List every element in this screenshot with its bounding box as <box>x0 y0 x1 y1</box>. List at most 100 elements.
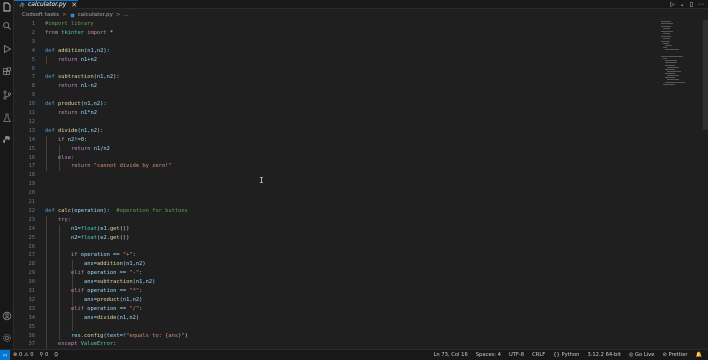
code-line: def product(n1,n2): <box>45 101 107 108</box>
line-ending[interactable]: CRLF <box>532 352 545 358</box>
code-line: from tkinter import * <box>45 29 114 36</box>
text-cursor-icon: I <box>259 176 264 185</box>
line-number: 16 <box>28 154 36 161</box>
run-dropdown-icon[interactable]: ⌄ <box>680 1 685 9</box>
minimap-line <box>665 65 675 66</box>
line-number: 13 <box>28 127 36 134</box>
minimap-line <box>661 26 671 27</box>
minimap-line <box>665 82 685 83</box>
python-file-icon <box>70 13 75 17</box>
code-area[interactable]: #import library from tkinter import * de… <box>45 20 648 349</box>
minimap-line <box>663 47 667 48</box>
line-number: 6 <box>31 65 35 72</box>
breadcrumb-more[interactable]: ... <box>123 12 128 18</box>
status-bar: ›‹ ⊗ 0 ⚠ 0 ⚲ 0 ⛭ Ln 73, Col 16 Spaces: 4… <box>0 349 708 360</box>
line-number: 11 <box>28 110 36 116</box>
go-live-button[interactable]: ◎ Go Live <box>629 352 655 358</box>
line-number: 21 <box>28 199 36 205</box>
line-number: 29 <box>28 270 36 277</box>
ports-indicator[interactable]: ⚲ 0 <box>40 352 49 358</box>
python-interpreter[interactable]: 3.12.2 64-bit <box>587 352 620 358</box>
line-number: 35 <box>28 323 36 330</box>
code-line: n2=float(e2.get()) <box>70 234 130 241</box>
chevron-right-icon: > <box>115 12 121 18</box>
settings-gear-icon[interactable] <box>2 333 12 343</box>
line-number: 24 <box>28 225 36 232</box>
code-line: ans=addition(n1,n2) <box>83 261 146 268</box>
remote-indicator-icon[interactable]: ›‹ <box>0 349 10 360</box>
code-line: #import library <box>45 21 94 27</box>
line-number: 17 <box>28 163 36 170</box>
tab-close-icon[interactable]: ✕ <box>71 1 77 9</box>
account-icon[interactable] <box>2 311 12 321</box>
run-file-icon[interactable]: ▷ <box>670 1 675 9</box>
minimap-line <box>667 75 679 76</box>
breadcrumb: Codsoft tasks > calculator.py > ... <box>14 10 708 20</box>
minimap-line <box>665 77 675 78</box>
minimap-line <box>663 28 670 29</box>
breadcrumb-file[interactable]: calculator.py <box>78 12 113 18</box>
code-line: res.config(text=f"equals to: {ans}") <box>70 332 188 339</box>
code-line: elif operation == "*": <box>70 288 143 294</box>
minimap-line <box>667 79 679 80</box>
source-control-icon[interactable] <box>2 90 12 100</box>
minimap-line <box>663 38 670 39</box>
problems-indicator[interactable]: ⊗ 0 ⚠ 0 <box>13 352 34 358</box>
tab-calculator-py[interactable]: calculator.py ✕ <box>14 0 78 9</box>
search-icon[interactable] <box>2 21 12 31</box>
testing-flask-icon[interactable] <box>2 113 12 123</box>
explorer-icon[interactable] <box>2 2 12 12</box>
cursor-position[interactable]: Ln 73, Col 16 <box>434 352 468 358</box>
more-actions-icon[interactable]: ⋯ <box>698 1 704 9</box>
code-editor[interactable]: 1 2 3 4 5 6 7 8 9 10 11 12 13 14 15 16 1… <box>14 20 708 349</box>
minimap[interactable] <box>659 20 704 90</box>
vertical-scrollbar[interactable] <box>703 20 708 130</box>
line-number: 28 <box>28 261 36 268</box>
code-line: else: <box>57 154 75 161</box>
split-editor-icon[interactable]: ▯ <box>690 1 693 9</box>
extensions-icon[interactable] <box>2 67 12 77</box>
minimap-line <box>663 58 667 59</box>
line-number: 1 <box>31 21 35 27</box>
run-debug-icon[interactable] <box>2 44 12 54</box>
minimap-line <box>667 67 679 68</box>
editor-tab-bar: calculator.py ✕ ▷ ⌄ ▯ ⋯ <box>14 0 708 9</box>
minimap-line <box>665 62 677 63</box>
code-line: ans=divide(n1,n2) <box>83 314 140 321</box>
line-number: 10 <box>28 101 36 108</box>
line-number: 3 <box>31 38 35 45</box>
breadcrumb-folder[interactable]: Codsoft tasks <box>22 12 59 18</box>
minimap-line <box>661 56 683 57</box>
minimap-line <box>661 36 671 37</box>
code-line: elif operation == "-": <box>70 270 143 277</box>
line-number: 7 <box>31 74 35 81</box>
debug-play-icon[interactable]: ⛭ <box>54 352 58 359</box>
activity-bar <box>0 0 14 349</box>
line-number: 31 <box>28 288 36 294</box>
minimap-line <box>661 21 671 22</box>
code-line: return n1-n2 <box>57 83 97 90</box>
file-encoding[interactable]: UTF-8 <box>509 352 524 358</box>
line-number-gutter: 1 2 3 4 5 6 7 8 9 10 11 12 13 14 15 16 1… <box>14 20 38 349</box>
minimap-line <box>665 45 672 46</box>
language-mode[interactable]: {} Python <box>553 352 579 358</box>
python-file-icon <box>19 2 25 8</box>
minimap-line <box>661 23 673 24</box>
code-line: return "cannot divide by zero!" <box>70 163 172 170</box>
code-line: elif operation == "/": <box>70 305 143 312</box>
code-line: return n1+n2 <box>57 56 97 63</box>
notifications-bell-icon[interactable]: 🔔 <box>696 352 702 358</box>
line-number: 4 <box>31 47 35 54</box>
code-line: return n1/n2 <box>70 145 110 152</box>
python-icon[interactable] <box>2 135 12 145</box>
indentation[interactable]: Spaces: 4 <box>476 352 501 358</box>
line-number: 30 <box>28 279 36 286</box>
code-line: n1=float(e1.get()) <box>70 225 130 232</box>
line-number: 8 <box>31 83 35 90</box>
code-line: ans=subtraction(n1,n2) <box>83 279 156 286</box>
line-number: 18 <box>28 172 36 179</box>
code-line: ans=product(n1,n2) <box>83 296 143 303</box>
code-line: def addition(n1,n2): <box>45 47 110 54</box>
prettier-button[interactable]: ⊘ Prettier <box>662 352 687 358</box>
minimap-line <box>661 41 670 42</box>
